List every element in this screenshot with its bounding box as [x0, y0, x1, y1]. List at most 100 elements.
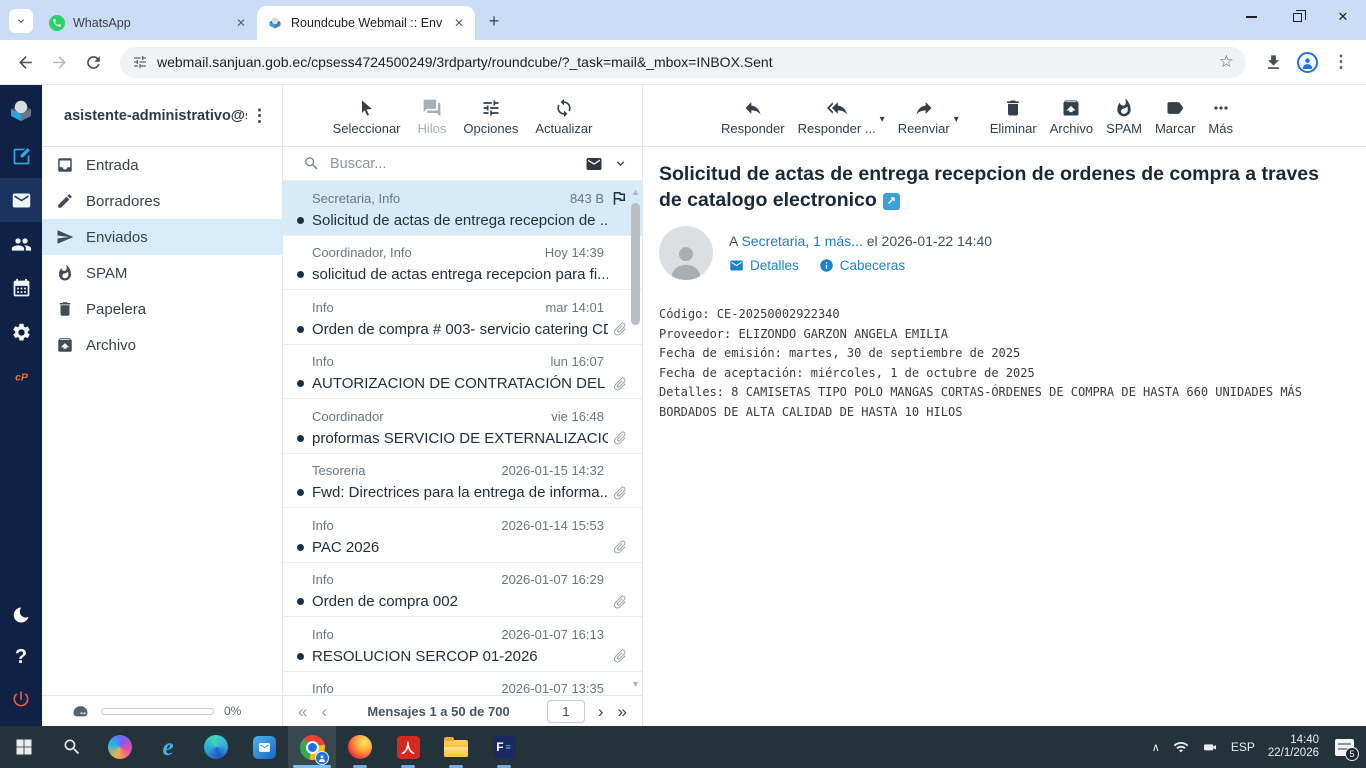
back-button[interactable]: [8, 45, 42, 79]
details-button[interactable]: Detalles: [729, 258, 799, 273]
chrome-button[interactable]: [288, 726, 336, 768]
list-toolbar-button[interactable]: Hilos: [418, 98, 447, 136]
last-page-button[interactable]: »: [615, 703, 630, 720]
prev-page-button[interactable]: ‹: [318, 703, 330, 720]
list-toolbar-button[interactable]: Opciones: [463, 98, 518, 136]
help-button[interactable]: ?: [0, 636, 42, 678]
message-list-item[interactable]: Coordinador, Info Hoy 14:39 solicitud de…: [283, 236, 642, 291]
message-list-item[interactable]: Info mar 14:01 Orden de compra # 003- se…: [283, 290, 642, 345]
calendar-icon[interactable]: [0, 266, 42, 310]
list-toolbar-button[interactable]: Seleccionar: [333, 98, 401, 136]
mail-toolbar-button[interactable]: Responder ...: [798, 98, 876, 136]
new-tab-button[interactable]: +: [481, 8, 507, 34]
wifi-icon[interactable]: [1173, 739, 1189, 755]
mail-toolbar-button[interactable]: Reenviar: [898, 98, 950, 136]
folder-item[interactable]: SPAM: [42, 255, 282, 291]
acrobat-button[interactable]: 人: [384, 726, 432, 768]
forward-button[interactable]: [42, 45, 76, 79]
dark-mode-button[interactable]: [0, 594, 42, 636]
mail-toolbar-button[interactable]: Más: [1208, 98, 1233, 136]
message-list-item[interactable]: Info lun 16:07 AUTORIZACION DE CONTRATAC…: [283, 345, 642, 400]
camera-icon[interactable]: [1202, 739, 1218, 755]
scrollbar-up-icon[interactable]: ▲: [631, 187, 640, 197]
internet-explorer-button[interactable]: e: [144, 726, 192, 768]
message-list-item[interactable]: Coordinador vie 16:48 proformas SERVICIO…: [283, 399, 642, 454]
list-toolbar-button[interactable]: Actualizar: [535, 98, 592, 136]
open-in-new-window-icon[interactable]: ↗: [883, 193, 900, 210]
caret-down-icon[interactable]: ▾: [954, 114, 959, 125]
contacts-icon[interactable]: [0, 222, 42, 266]
downloads-button[interactable]: [1256, 45, 1290, 79]
tray-expand-icon[interactable]: ∧: [1152, 741, 1160, 754]
next-page-button[interactable]: ›: [595, 703, 607, 720]
taskbar-search-button[interactable]: [48, 726, 96, 768]
gear-icon[interactable]: [0, 310, 42, 354]
profile-button[interactable]: [1290, 45, 1324, 79]
folder-item[interactable]: Archivo: [42, 327, 282, 363]
mail-icon[interactable]: [0, 178, 42, 222]
message-list-item[interactable]: Info 2026-01-07 16:13 RESOLUCION SERCOP …: [283, 617, 642, 672]
browser-tab[interactable]: WhatsApp ✕: [39, 6, 257, 40]
mail-toolbar-button[interactable]: Eliminar: [990, 98, 1037, 136]
folder-item[interactable]: Borradores: [42, 183, 282, 219]
reload-button[interactable]: [76, 45, 110, 79]
tab-close-icon[interactable]: ✕: [233, 15, 249, 31]
search-scope-chevron-down-icon[interactable]: [613, 156, 628, 171]
recipient-link[interactable]: Secretaria: [741, 233, 805, 249]
message-list-item[interactable]: Info 2026-01-14 15:53 PAC 2026: [283, 508, 642, 563]
language-indicator[interactable]: ESP: [1231, 740, 1255, 754]
clock[interactable]: 14:40 22/1/2026: [1268, 734, 1319, 761]
search-scope-mail-icon[interactable]: [585, 155, 603, 173]
headers-button[interactable]: Cabeceras: [819, 258, 905, 273]
caret-down-icon[interactable]: ▾: [880, 114, 885, 125]
logout-button[interactable]: [0, 678, 42, 720]
search-bar[interactable]: Buscar...: [283, 147, 642, 181]
address-bar[interactable]: webmail.sanjuan.gob.ec/cpsess4724500249/…: [120, 47, 1246, 78]
url-text[interactable]: webmail.sanjuan.gob.ec/cpsess4724500249/…: [157, 54, 1210, 70]
copilot-icon: [108, 735, 132, 759]
scrollbar-thumb[interactable]: [631, 203, 640, 325]
compose-icon[interactable]: [0, 134, 42, 178]
folder-item[interactable]: Enviados: [42, 219, 282, 255]
page-number-input[interactable]: 1: [547, 700, 585, 723]
first-page-button[interactable]: «: [295, 703, 310, 720]
file-explorer-button[interactable]: [432, 726, 480, 768]
restore-button[interactable]: [1274, 0, 1320, 34]
folder-item[interactable]: Papelera: [42, 291, 282, 327]
browser-menu-button[interactable]: ⋮: [1324, 45, 1358, 79]
message-list-item[interactable]: Secretaria, Info 843 B Solicitud de acta…: [283, 181, 642, 236]
tab-close-icon[interactable]: ✕: [451, 15, 467, 31]
notification-center-button[interactable]: 5: [1332, 735, 1356, 759]
edge-button[interactable]: [192, 726, 240, 768]
copilot-button[interactable]: [96, 726, 144, 768]
bookmark-star-icon[interactable]: ☆: [1219, 52, 1234, 72]
flag-icon: [610, 189, 628, 207]
tab-search-button[interactable]: [9, 9, 33, 33]
more-recipients-link[interactable]: 1 más...: [813, 233, 863, 249]
close-button[interactable]: ✕: [1320, 0, 1366, 34]
message-sender: Info: [312, 354, 545, 369]
message-list-item[interactable]: Info 2026-01-07 13:35: [283, 672, 642, 696]
start-button[interactable]: [0, 726, 48, 768]
mail-toolbar-button[interactable]: Responder: [721, 98, 785, 136]
f-app-button[interactable]: F≡: [480, 726, 528, 768]
minimize-button[interactable]: [1228, 0, 1274, 34]
firefox-button[interactable]: [336, 726, 384, 768]
message-list-item[interactable]: Tesoreria 2026-01-15 14:32 Fwd: Directri…: [283, 454, 642, 509]
browser-tab[interactable]: Roundcube Webmail :: Enviados ✕: [257, 6, 475, 40]
scrollbar-down-icon[interactable]: ▼: [631, 679, 640, 689]
paperclip-icon: [609, 427, 632, 450]
cpanel-icon[interactable]: [0, 354, 42, 398]
outlook-button[interactable]: [240, 726, 288, 768]
account-menu-icon[interactable]: ⋮: [247, 106, 272, 126]
mail-toolbar-button[interactable]: Marcar: [1155, 98, 1195, 136]
folder-item[interactable]: Entrada: [42, 147, 282, 183]
site-settings-icon[interactable]: [132, 54, 148, 70]
mail-toolbar-button[interactable]: Archivo: [1050, 98, 1093, 136]
unread-dot-icon: [297, 544, 304, 551]
mail-toolbar-button[interactable]: SPAM: [1106, 98, 1142, 136]
refresh-icon: [554, 98, 574, 118]
search-input[interactable]: Buscar...: [330, 156, 575, 172]
message-list-item[interactable]: Info 2026-01-07 16:29 Orden de compra 00…: [283, 563, 642, 618]
search-icon: [62, 737, 82, 757]
